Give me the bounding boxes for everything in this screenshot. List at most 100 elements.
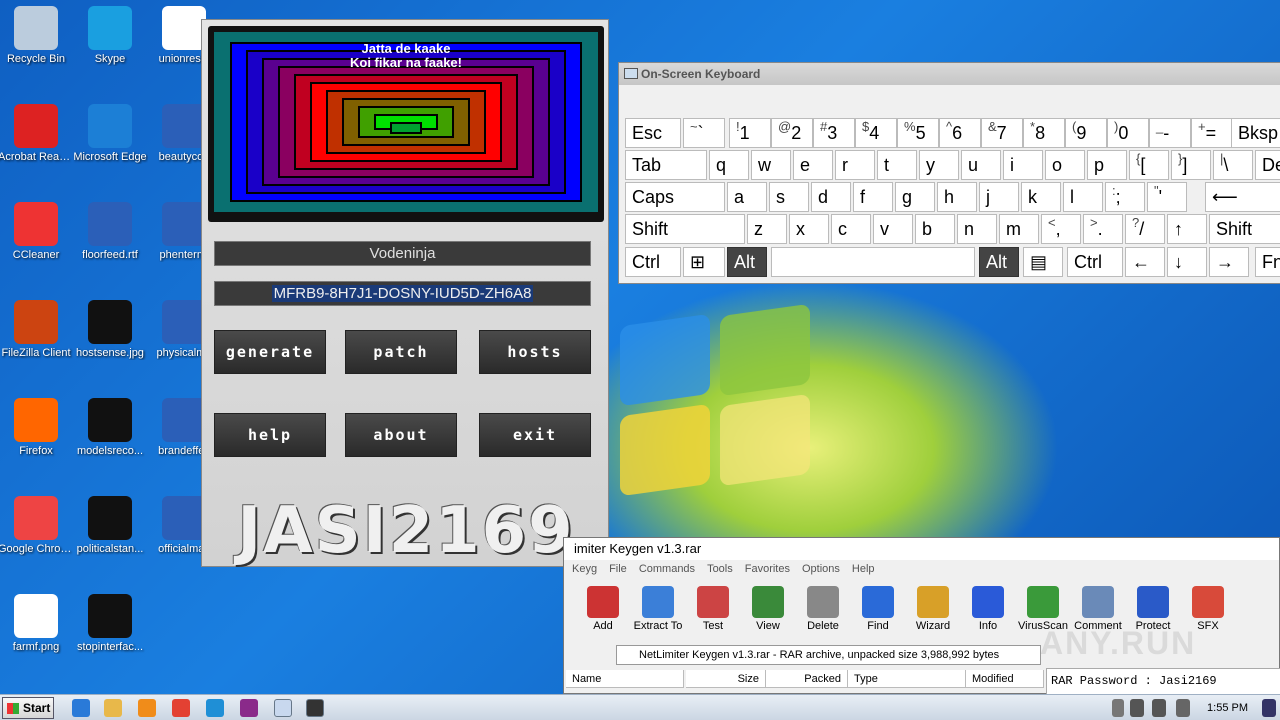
osk-key[interactable]: w (751, 150, 791, 180)
chrome-icon[interactable] (172, 699, 190, 717)
osk-key[interactable]: }] (1171, 150, 1211, 180)
osk-key[interactable]: → (1209, 247, 1249, 277)
osk-key[interactable]: (9 (1065, 118, 1107, 148)
edge-icon[interactable] (206, 699, 224, 717)
clock[interactable]: 1:55 PM (1207, 695, 1248, 720)
toolbar-test-button[interactable]: Test (684, 586, 742, 632)
osk-key[interactable]: Caps (625, 182, 725, 212)
hosts-button[interactable]: Hosts (479, 330, 591, 374)
winrar-window[interactable]: imiter Keygen v1.3.rar Keyg File Commands T… (563, 537, 1280, 695)
osk-key[interactable]: g (895, 182, 935, 212)
desktop-icon-farmf[interactable]: farmf.png (0, 594, 74, 654)
tray-arrow-icon[interactable] (1112, 699, 1124, 717)
osk-key[interactable]: %5 (897, 118, 939, 148)
generate-button[interactable]: Generate (214, 330, 326, 374)
osk-key[interactable]: k (1021, 182, 1061, 212)
osk-key[interactable]: x (789, 214, 829, 244)
osk-taskbar-icon[interactable] (274, 699, 292, 717)
osk-key[interactable]: Esc (625, 118, 681, 148)
osk-key[interactable]: ← (1125, 247, 1165, 277)
osk-key[interactable]: += (1191, 118, 1233, 148)
osk-key[interactable]: Shift (625, 214, 745, 244)
osk-key[interactable]: s (769, 182, 809, 212)
osk-key[interactable]: Del (1255, 150, 1280, 180)
osk-key[interactable]: u (961, 150, 1001, 180)
desktop-icon-skype[interactable]: Skype (72, 6, 148, 66)
action-center-icon[interactable] (1176, 699, 1190, 717)
column-header-type[interactable]: Type (848, 670, 966, 688)
help-button[interactable]: Help (214, 413, 326, 457)
osk-key[interactable]: @2 (771, 118, 813, 148)
osk-key[interactable]: c (831, 214, 871, 244)
menu-item-commands[interactable]: Commands (639, 563, 695, 575)
osk-key[interactable]: j (979, 182, 1019, 212)
menu-item-options[interactable]: Options (802, 563, 840, 575)
osk-key[interactable]: v (873, 214, 913, 244)
column-header-name[interactable]: Name (566, 670, 684, 688)
osk-key[interactable]: h (937, 182, 977, 212)
osk-key[interactable]: f (853, 182, 893, 212)
desktop-icon-firefox[interactable]: Firefox (0, 398, 74, 458)
column-header-packed[interactable]: Packed (766, 670, 848, 688)
osk-key[interactable]: m (999, 214, 1039, 244)
toolbar-view-button[interactable]: View (739, 586, 797, 632)
osk-key[interactable]: d (811, 182, 851, 212)
osk-key[interactable]: Alt (979, 247, 1019, 277)
osk-key[interactable]: i (1003, 150, 1043, 180)
ie-icon[interactable] (72, 699, 90, 717)
desktop-icon-ccleaner[interactable]: CCleaner (0, 202, 74, 262)
osk-key[interactable]: Fn (1255, 247, 1280, 277)
winrar-taskbar-icon[interactable] (240, 699, 258, 717)
toolbar-add-button[interactable]: Add (574, 586, 632, 632)
exit-button[interactable]: Exit (479, 413, 591, 457)
toolbar-wizard-button[interactable]: Wizard (904, 586, 962, 632)
desktop-icon-acrobat-reader[interactable]: Acrobat Reader DC (0, 104, 74, 164)
desktop-icon-google-chrome[interactable]: Google Chrome (0, 496, 74, 556)
osk-key[interactable]: Alt (727, 247, 767, 277)
desktop-icon-microsoft-edge[interactable]: Microsoft Edge (72, 104, 148, 164)
osk-key[interactable]: ~` (683, 118, 725, 148)
about-button[interactable]: About (345, 413, 457, 457)
patch-button[interactable]: Patch (345, 330, 457, 374)
osk-key[interactable]: o (1045, 150, 1085, 180)
toolbar-info-button[interactable]: Info (959, 586, 1017, 632)
osk-key[interactable]: Bksp (1231, 118, 1280, 148)
osk-key[interactable]: e (793, 150, 833, 180)
osk-key[interactable]: ?/ (1125, 214, 1165, 244)
osk-key[interactable]: {[ (1129, 150, 1169, 180)
archive-path-field[interactable]: NetLimiter Keygen v1.3.rar - RAR archive… (616, 645, 1041, 665)
osk-key[interactable]: r (835, 150, 875, 180)
osk-key[interactable]: #3 (813, 118, 855, 148)
osk-key[interactable]: l (1063, 182, 1103, 212)
on-screen-keyboard-window[interactable]: On-Screen Keyboard Esc ~` !1 @2 #3 $4 %5 ^6 &7 *8… (618, 62, 1280, 284)
desktop-icon-politicalstan[interactable]: politicalstan... (72, 496, 148, 556)
network-icon[interactable] (1152, 699, 1166, 717)
osk-key[interactable]: $4 (855, 118, 897, 148)
start-button[interactable]: Start (2, 697, 54, 719)
volume-icon[interactable] (1130, 699, 1144, 717)
osk-key[interactable]: :; (1105, 182, 1145, 212)
serial-value[interactable]: MFRB9-8H7J1-DOSNY-IUD5D-ZH6A8 (271, 285, 534, 302)
desktop-icon-filezilla[interactable]: FileZilla Client (0, 300, 74, 360)
osk-title-bar[interactable]: On-Screen Keyboard (619, 63, 1280, 85)
desktop-icon-floorfeed[interactable]: floorfeed.rtf (72, 202, 148, 262)
column-header-modified[interactable]: Modified (966, 670, 1044, 688)
keygen-taskbar-icon[interactable] (306, 699, 324, 717)
osk-key[interactable]: ^6 (939, 118, 981, 148)
osk-key[interactable]: q (709, 150, 749, 180)
desktop-icon-recycle-bin[interactable]: Recycle Bin (0, 6, 74, 66)
osk-key[interactable]: ↓ (1167, 247, 1207, 277)
osk-key[interactable]: n (957, 214, 997, 244)
osk-key[interactable]: ⊞ (683, 247, 725, 277)
desktop-icon-modelsreco[interactable]: modelsreco... (72, 398, 148, 458)
desktop-icon-hostsense[interactable]: hostsense.jpg (72, 300, 148, 360)
osk-key[interactable]: |\ (1213, 150, 1253, 180)
keygen-window[interactable]: Jatta de kaake Koi fikar na faake! Voden… (201, 19, 609, 567)
toolbar-extract-to-button[interactable]: Extract To (629, 586, 687, 632)
show-desktop-icon[interactable] (1262, 699, 1276, 717)
osk-key[interactable]: !1 (729, 118, 771, 148)
menu-item-file[interactable]: File (609, 563, 627, 575)
osk-key[interactable]: y (919, 150, 959, 180)
toolbar-find-button[interactable]: Find (849, 586, 907, 632)
media-player-icon[interactable] (138, 699, 156, 717)
